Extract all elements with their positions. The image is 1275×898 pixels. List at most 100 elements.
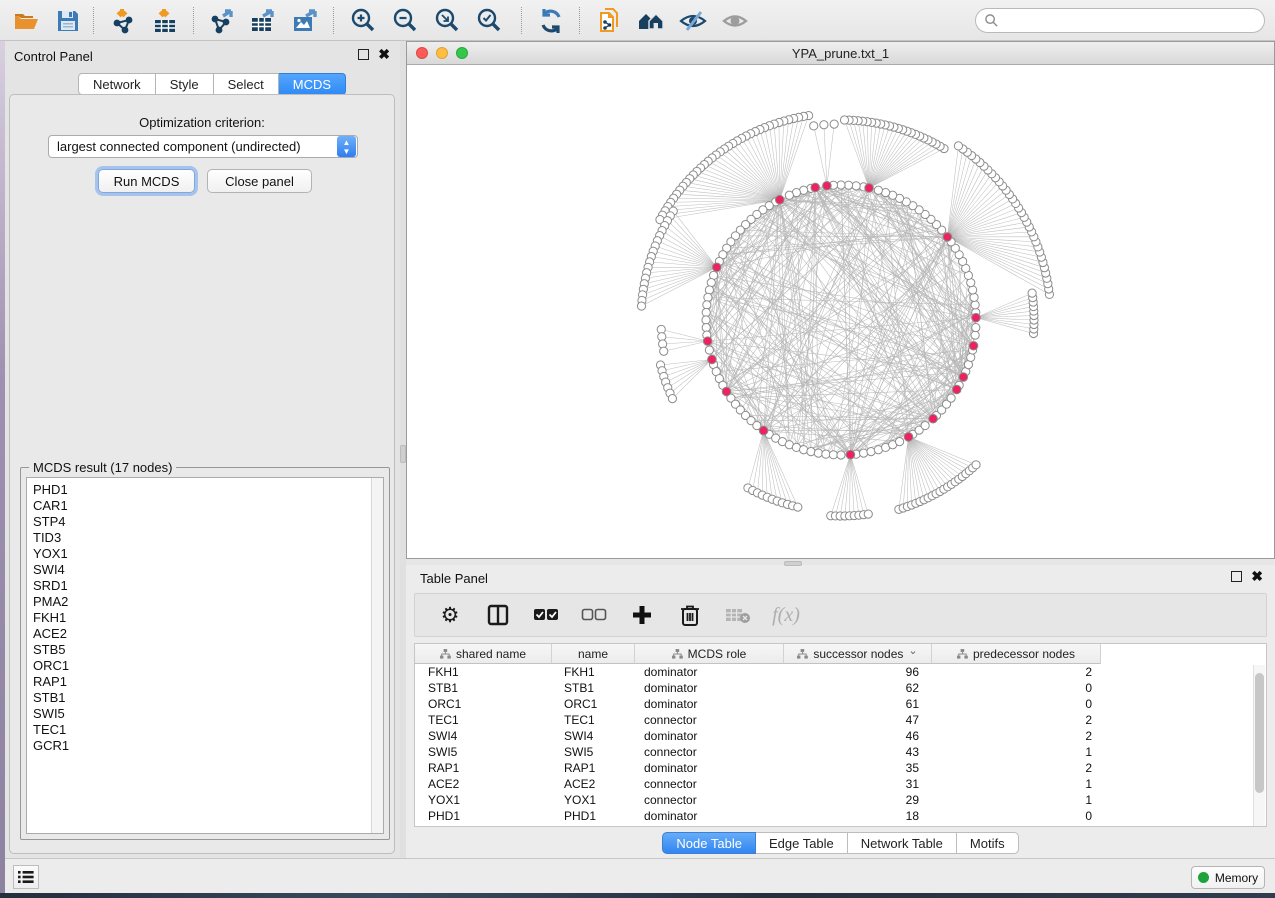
mcds-result-item[interactable]: CAR1 bbox=[33, 498, 383, 514]
tab-style[interactable]: Style bbox=[156, 73, 214, 95]
cell-successor-nodes: 31 bbox=[784, 776, 932, 792]
new-network-from-selection-icon[interactable] bbox=[593, 5, 625, 37]
cell-name: YOX1 bbox=[552, 792, 635, 808]
select-all-checkboxes-icon[interactable] bbox=[533, 602, 559, 628]
settings-gear-icon[interactable]: ⚙ bbox=[437, 602, 463, 628]
memory-button[interactable]: Memory bbox=[1191, 866, 1265, 889]
tab-motifs[interactable]: Motifs bbox=[957, 832, 1019, 854]
table-row[interactable]: FKH1FKH1dominator962 bbox=[415, 664, 1266, 680]
export-network-icon[interactable] bbox=[207, 5, 239, 37]
cell-name: PHD1 bbox=[552, 808, 635, 824]
close-panel-icon[interactable]: ✖ bbox=[378, 49, 390, 60]
mcds-result-item[interactable]: PHD1 bbox=[33, 482, 383, 498]
criterion-dropdown[interactable]: largest connected component (undirected)… bbox=[48, 135, 358, 158]
cell-predecessor-nodes: 2 bbox=[932, 728, 1101, 744]
dropdown-stepper-icon: ▲▼ bbox=[337, 136, 356, 157]
mcds-result-item[interactable]: RAP1 bbox=[33, 674, 383, 690]
mcds-result-list[interactable]: PHD1CAR1STP4TID3YOX1SWI4SRD1PMA2FKH1ACE2… bbox=[26, 477, 384, 834]
network-graph bbox=[407, 65, 1274, 558]
cell-name: RAP1 bbox=[552, 760, 635, 776]
column-header-successor-nodes[interactable]: successor nodes⌄ bbox=[784, 644, 932, 664]
mcds-result-group: MCDS result (17 nodes) PHD1CAR1STP4TID3Y… bbox=[20, 467, 390, 840]
cell-successor-nodes: 47 bbox=[784, 712, 932, 728]
control-panel: Control Panel ✖ NetworkStyleSelectMCDS O… bbox=[5, 41, 400, 858]
refresh-icon[interactable] bbox=[535, 5, 567, 37]
mcds-result-item[interactable]: TEC1 bbox=[33, 722, 383, 738]
float-panel-icon[interactable] bbox=[358, 49, 369, 60]
column-header-predecessor-nodes[interactable]: predecessor nodes bbox=[932, 644, 1101, 664]
tab-network-table[interactable]: Network Table bbox=[848, 832, 957, 854]
status-bar: Memory bbox=[5, 858, 1275, 893]
mcds-result-item[interactable]: STB1 bbox=[33, 690, 383, 706]
mcds-result-item[interactable]: PMA2 bbox=[33, 594, 383, 610]
tab-mcds[interactable]: MCDS bbox=[279, 73, 346, 95]
tab-network[interactable]: Network bbox=[78, 73, 156, 95]
delete-table-icon bbox=[725, 602, 751, 628]
cell-name: ORC1 bbox=[552, 696, 635, 712]
zoom-selected-icon[interactable] bbox=[473, 5, 505, 37]
zoom-out-icon[interactable] bbox=[389, 5, 421, 37]
close-panel-icon[interactable]: ✖ bbox=[1251, 571, 1263, 582]
table-row[interactable]: ORC1ORC1dominator610 bbox=[415, 696, 1266, 712]
save-session-icon[interactable] bbox=[52, 5, 84, 37]
mcds-result-item[interactable]: ORC1 bbox=[33, 658, 383, 674]
open-session-icon[interactable] bbox=[10, 5, 42, 37]
mcds-result-item[interactable]: GCR1 bbox=[33, 738, 383, 754]
mcds-result-item[interactable]: YOX1 bbox=[33, 546, 383, 562]
table-row[interactable]: RAP1RAP1dominator352 bbox=[415, 760, 1266, 776]
mcds-result-item[interactable]: SWI5 bbox=[33, 706, 383, 722]
horizontal-splitter-handle[interactable] bbox=[784, 561, 802, 566]
zoom-in-icon[interactable] bbox=[347, 5, 379, 37]
import-network-icon[interactable] bbox=[107, 5, 139, 37]
task-history-button[interactable] bbox=[13, 865, 39, 889]
table-row[interactable]: TEC1TEC1connector472 bbox=[415, 712, 1266, 728]
mcds-list-scrollbar[interactable] bbox=[371, 478, 383, 833]
export-table-icon[interactable] bbox=[247, 5, 279, 37]
search-input[interactable] bbox=[999, 14, 1264, 28]
table-scrollbar-thumb[interactable] bbox=[1255, 673, 1264, 793]
mcds-result-item[interactable]: SRD1 bbox=[33, 578, 383, 594]
table-row[interactable]: ACE2ACE2connector311 bbox=[415, 776, 1266, 792]
table-row[interactable]: SWI5SWI5connector431 bbox=[415, 744, 1266, 760]
import-table-icon[interactable] bbox=[149, 5, 181, 37]
table-row[interactable]: PHD1PHD1dominator180 bbox=[415, 808, 1266, 824]
run-mcds-button[interactable]: Run MCDS bbox=[98, 169, 195, 193]
zoom-fit-icon[interactable] bbox=[431, 5, 463, 37]
sort-indicator-icon: ⌄ bbox=[908, 644, 917, 657]
show-eye-icon[interactable] bbox=[719, 5, 751, 37]
tab-node-table[interactable]: Node Table bbox=[662, 832, 756, 854]
network-title: YPA_prune.txt_1 bbox=[407, 46, 1274, 61]
hide-selected-eye-icon[interactable] bbox=[677, 5, 709, 37]
mcds-result-item[interactable]: SWI4 bbox=[33, 562, 383, 578]
tab-edge-table[interactable]: Edge Table bbox=[756, 832, 848, 854]
table-row[interactable]: YOX1YOX1connector291 bbox=[415, 792, 1266, 808]
network-window-titlebar[interactable]: YPA_prune.txt_1 bbox=[407, 42, 1274, 65]
mcds-result-item[interactable]: FKH1 bbox=[33, 610, 383, 626]
table-toolbar: ⚙ f(x) bbox=[414, 593, 1267, 637]
search-field[interactable] bbox=[975, 8, 1265, 33]
split-columns-icon[interactable] bbox=[485, 602, 511, 628]
mcds-result-item[interactable]: TID3 bbox=[33, 530, 383, 546]
table-row[interactable]: STB1STB1dominator620 bbox=[415, 680, 1266, 696]
column-header-MCDS-role[interactable]: MCDS role bbox=[635, 644, 784, 664]
mcds-result-item[interactable]: ACE2 bbox=[33, 626, 383, 642]
table-scrollbar[interactable] bbox=[1253, 665, 1265, 826]
control-panel-title: Control Panel bbox=[14, 49, 93, 64]
export-image-icon[interactable] bbox=[289, 5, 321, 37]
mcds-result-item[interactable]: STP4 bbox=[33, 514, 383, 530]
mcds-result-item[interactable]: STB5 bbox=[33, 642, 383, 658]
tab-select[interactable]: Select bbox=[214, 73, 279, 95]
deselect-all-checkboxes-icon[interactable] bbox=[581, 602, 607, 628]
column-header-shared-name[interactable]: shared name bbox=[415, 644, 552, 664]
column-type-icon bbox=[440, 649, 451, 659]
float-panel-icon[interactable] bbox=[1231, 571, 1242, 582]
close-panel-button[interactable]: Close panel bbox=[207, 169, 312, 193]
column-header-name[interactable]: name bbox=[552, 644, 635, 664]
cell-shared-name: ORC1 bbox=[415, 696, 552, 712]
table-row[interactable]: SWI4SWI4dominator462 bbox=[415, 728, 1266, 744]
delete-column-icon[interactable] bbox=[677, 602, 703, 628]
column-type-icon bbox=[797, 649, 808, 659]
add-column-icon[interactable] bbox=[629, 602, 655, 628]
show-all-houses-icon[interactable] bbox=[635, 5, 667, 37]
network-canvas[interactable] bbox=[407, 65, 1274, 558]
